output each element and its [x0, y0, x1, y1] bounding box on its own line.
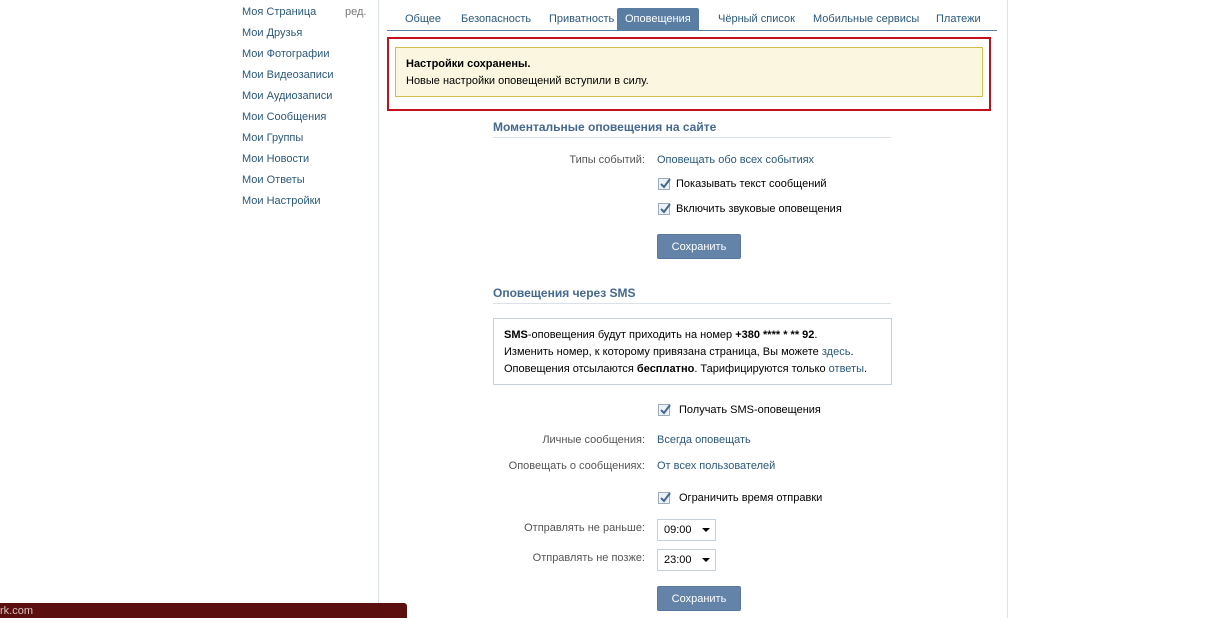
event-types-label: Типы событий: — [569, 154, 645, 166]
tab-mobile[interactable]: Мобильные сервисы — [805, 8, 927, 30]
save-sms-button[interactable]: Сохранить — [657, 586, 741, 611]
sidebar-item-label[interactable]: Мои Настройки — [242, 195, 321, 207]
sms-info-text: -оповещения будут приходить на номер — [527, 329, 736, 341]
sidebar-item-label[interactable]: Мои Фотографии — [242, 48, 329, 60]
left-sidebar: Моя Страница ред. Мои Друзья Мои Фотогра… — [242, 0, 372, 212]
tab-security[interactable]: Безопасность — [453, 8, 539, 30]
sidebar-item-messages[interactable]: Мои Сообщения — [242, 107, 372, 128]
sidebar-item-photos[interactable]: Мои Фотографии — [242, 44, 372, 65]
settings-tabs: Общее Безопасность Приватность Оповещени… — [387, 0, 997, 31]
notice-title: Настройки сохранены. — [406, 58, 531, 70]
sidebar-item-videos[interactable]: Мои Видеозаписи — [242, 65, 372, 86]
change-number-text: Изменить номер, к которому привязана стр… — [504, 346, 822, 358]
limit-time-label[interactable]: Ограничить время отправки — [679, 492, 822, 504]
receive-sms-checkbox[interactable] — [658, 404, 671, 416]
sidebar-item-label[interactable]: Мои Аудиозаписи — [242, 90, 332, 102]
sound-label[interactable]: Включить звуковые оповещения — [676, 203, 842, 215]
checkmark-icon — [660, 404, 671, 415]
sidebar-item-label[interactable]: Мои Ответы — [242, 174, 305, 186]
checkmark-icon — [660, 492, 671, 503]
show-text-label[interactable]: Показывать текст сообщений — [676, 178, 827, 190]
saved-notice: Настройки сохранены. Новые настройки опо… — [395, 47, 983, 97]
receive-sms-label[interactable]: Получать SMS-оповещения — [679, 404, 821, 416]
sound-checkbox[interactable] — [658, 203, 671, 215]
notice-text: Новые настройки оповещений вступили в си… — [406, 75, 649, 87]
not-later-value: 23:00 — [664, 554, 692, 566]
tariff-text: . Тарифицируются только — [694, 363, 829, 375]
sidebar-item-audio[interactable]: Мои Аудиозаписи — [242, 86, 372, 107]
event-types-dropdown[interactable]: Оповещать обо всех событиях — [657, 154, 814, 166]
personal-messages-label: Личные сообщения: — [542, 434, 645, 446]
sidebar-item-label[interactable]: Мои Сообщения — [242, 111, 326, 123]
change-number-link[interactable]: здесь — [822, 346, 851, 358]
not-later-label: Отправлять не позже: — [532, 552, 645, 564]
sidebar-item-my-page[interactable]: Моя Страница ред. — [242, 2, 372, 23]
sms-section-title: Оповещения через SMS — [493, 286, 891, 304]
show-text-checkbox[interactable] — [658, 178, 671, 190]
sidebar-item-label[interactable]: Мои Группы — [242, 132, 303, 144]
change-number-end: . — [850, 346, 854, 358]
sidebar-item-groups[interactable]: Мои Группы — [242, 128, 372, 149]
sidebar-item-friends[interactable]: Мои Друзья — [242, 23, 372, 44]
tab-notifications[interactable]: Оповещения — [617, 8, 699, 30]
answers-link[interactable]: ответы — [829, 363, 864, 375]
not-later-select[interactable]: 23:00 — [657, 549, 716, 571]
save-instant-button[interactable]: Сохранить — [657, 234, 741, 259]
limit-time-checkbox[interactable] — [658, 492, 671, 504]
sms-info-line-3: Оповещения отсылаются бесплатно. Тарифиц… — [504, 361, 881, 378]
edit-link[interactable]: ред. — [345, 2, 366, 23]
instant-section-title: Моментальные оповещения на сайте — [493, 120, 891, 138]
sidebar-item-settings[interactable]: Мои Настройки — [242, 191, 372, 212]
bottom-bar: rk.com — [0, 603, 407, 618]
chevron-down-icon — [702, 558, 710, 562]
sidebar-item-label[interactable]: Мои Друзья — [242, 27, 302, 39]
sidebar-item-news[interactable]: Мои Новости — [242, 149, 372, 170]
sms-bold: SMS — [504, 329, 528, 341]
highlight-frame: Настройки сохранены. Новые настройки опо… — [387, 37, 991, 111]
chevron-down-icon — [702, 528, 710, 532]
sidebar-item-label[interactable]: Моя Страница — [242, 6, 316, 18]
tab-privacy[interactable]: Приватность — [541, 8, 622, 30]
tab-payments[interactable]: Платежи — [928, 8, 989, 30]
sms-info-end: . — [814, 329, 818, 341]
sms-info-line-2: Изменить номер, к которому привязана стр… — [504, 344, 881, 361]
free-text: Оповещения отсылаются — [504, 363, 637, 375]
not-earlier-select[interactable]: 09:00 — [657, 519, 716, 541]
tariff-end: . — [864, 363, 868, 375]
settings-panel: Общее Безопасность Приватность Оповещени… — [378, 0, 1008, 618]
phone-number: +380 **** * ** 92 — [735, 329, 815, 341]
checkmark-icon — [660, 178, 671, 189]
sidebar-item-label[interactable]: Мои Новости — [242, 153, 309, 165]
free-bold: бесплатно — [636, 363, 695, 375]
sms-info-line-1: SMS-оповещения будут приходить на номер … — [504, 327, 881, 344]
notify-from-dropdown[interactable]: От всех пользователей — [657, 460, 775, 472]
tab-blacklist[interactable]: Чёрный список — [710, 8, 803, 30]
notify-from-label: Оповещать о сообщениях: — [508, 460, 645, 472]
tab-general[interactable]: Общее — [397, 8, 449, 30]
sidebar-item-answers[interactable]: Мои Ответы — [242, 170, 372, 191]
sidebar-item-label[interactable]: Мои Видеозаписи — [242, 69, 334, 81]
footer-text: rk.com — [0, 605, 33, 617]
not-earlier-value: 09:00 — [664, 524, 692, 536]
not-earlier-label: Отправлять не раньше: — [524, 522, 645, 534]
personal-messages-dropdown[interactable]: Всегда оповещать — [657, 434, 751, 446]
sms-info-box: SMS-оповещения будут приходить на номер … — [493, 318, 892, 385]
checkmark-icon — [660, 203, 671, 214]
